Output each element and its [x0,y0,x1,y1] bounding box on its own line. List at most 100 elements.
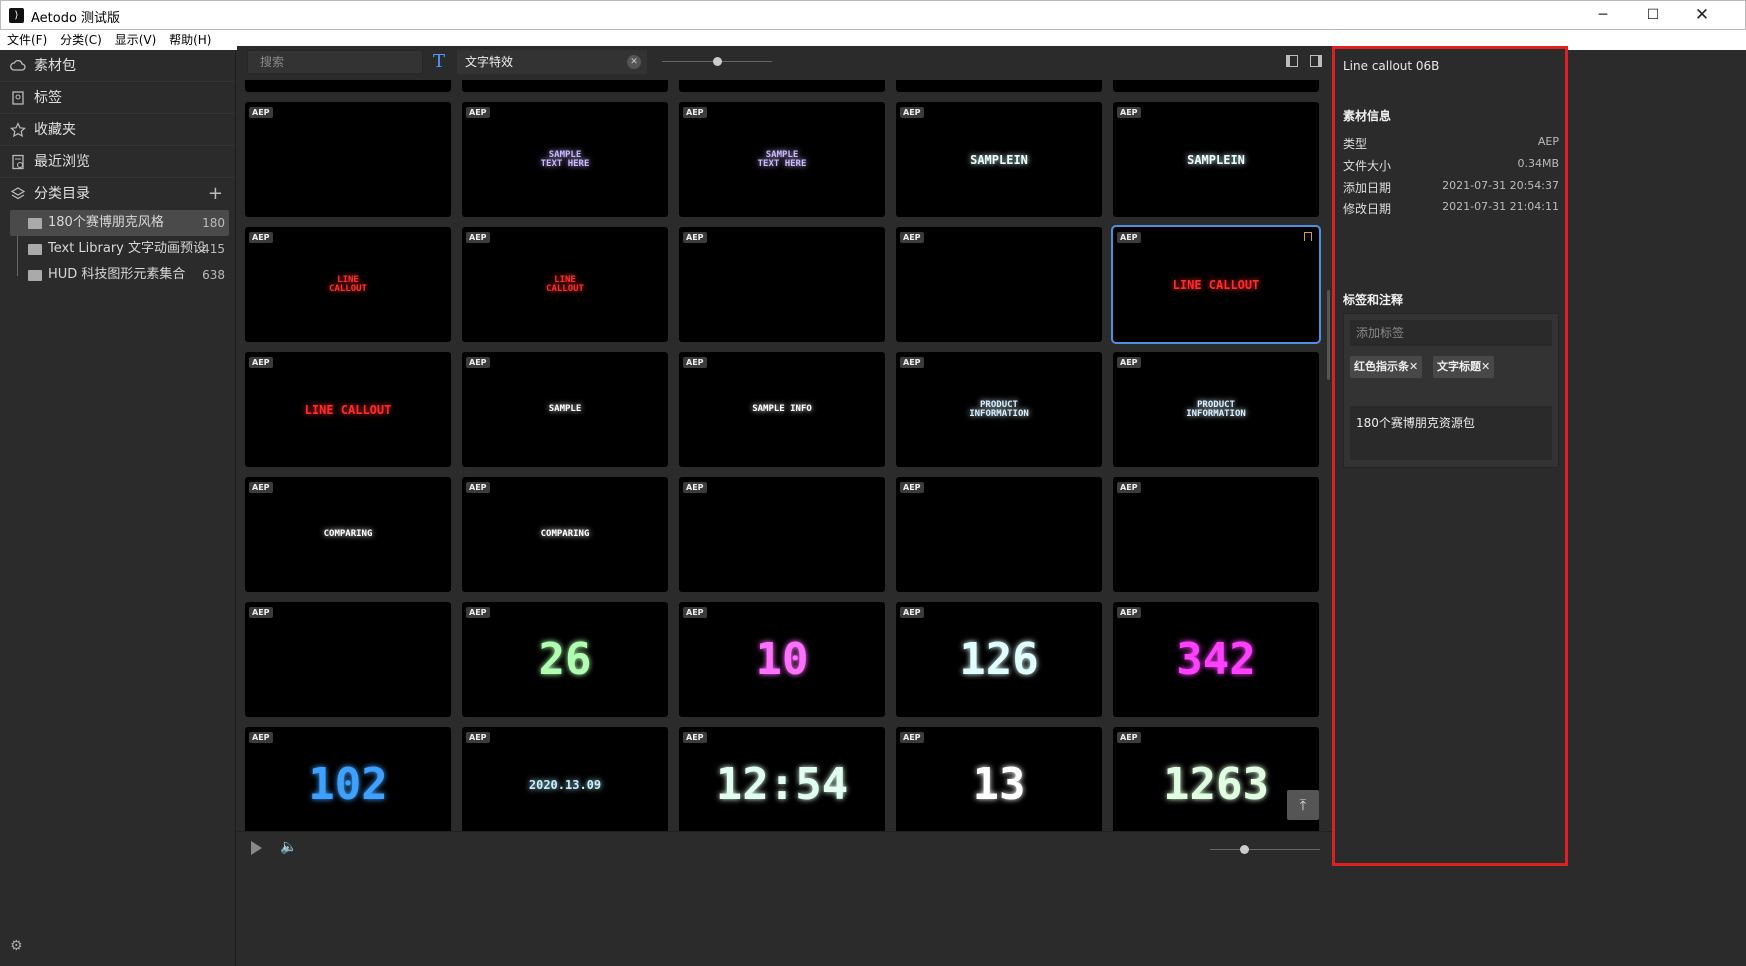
menu-category[interactable]: 分类(C) [60,30,102,50]
scrollbar[interactable] [1327,290,1330,380]
asset-card[interactable]: AEP [896,80,1102,92]
asset-card[interactable]: AEP [679,80,885,92]
asset-preview [896,477,1102,592]
asset-card[interactable]: AEP LINE CALLOUT [245,352,451,467]
toggle-right-panel-icon[interactable] [1310,55,1322,67]
close-icon[interactable]: ✕ [1679,1,1725,30]
asset-card[interactable]: AEP LINE CALLOUT [245,227,451,342]
asset-preview: 10 [755,633,809,685]
settings-gear-icon[interactable]: ⚙ [10,938,23,954]
volume-slider[interactable] [1210,845,1320,854]
remove-tag-icon[interactable]: ✕ [1481,360,1490,373]
asset-preview [679,80,885,92]
folder-item-hud[interactable]: HUD 科技图形元素集合 638 [0,262,235,288]
asset-card[interactable]: AEP [245,602,451,717]
asset-preview [245,102,451,217]
menu-help[interactable]: 帮助(H) [169,30,211,50]
asset-card[interactable]: AEP COMPARING [462,477,668,592]
asset-preview: PRODUCT INFORMATION [969,399,1029,419]
playback-bar: 🔈 [237,831,1332,866]
asset-card[interactable]: AEP LINE CALLOUT [1111,225,1321,344]
asset-card[interactable]: AEP [896,477,1102,592]
slider-knob[interactable] [713,57,722,66]
asset-card[interactable]: AEP 13 [896,727,1102,831]
asset-card[interactable]: AEP LINE CALLOUT [462,227,668,342]
text-type-icon[interactable]: T [433,51,445,72]
nav-packages[interactable]: 素材包 [0,50,235,82]
add-category-icon[interactable]: + [208,178,223,210]
format-badge: AEP [683,107,707,118]
asset-card[interactable]: AEP [896,227,1102,342]
search-input[interactable]: 搜索 [247,50,423,74]
toggle-left-panel-icon[interactable] [1286,55,1298,67]
asset-card[interactable]: AEP SAMPLE [462,352,668,467]
asset-card[interactable]: AEP SAMPLEIN [1113,102,1319,217]
format-badge: AEP [683,357,707,368]
asset-preview [679,477,885,592]
asset-preview [245,80,451,92]
scroll-to-top-icon[interactable]: ⤒ [1287,790,1319,820]
note-textarea[interactable]: 180个赛博朋克资源包 [1350,406,1552,460]
folder-count: 415 [202,242,225,256]
folder-item-text-library[interactable]: Text Library 文字动画预设 415 [0,236,235,262]
tag-chip[interactable]: 红色指示条✕ [1350,356,1423,378]
app-logo-icon: ⟩ [9,8,24,23]
menu-file[interactable]: 文件(F) [7,30,47,50]
nav-recent-label: 最近浏览 [34,154,90,170]
asset-card[interactable]: AEP 26 [462,602,668,717]
asset-preview: LINE CALLOUT [329,274,367,294]
asset-preview: 126 [959,633,1039,685]
folder-label: Text Library 文字动画预设 [48,241,207,256]
volume-icon[interactable]: 🔈 [280,839,297,855]
asset-card[interactable]: AEP SAMPLEIN [896,102,1102,217]
asset-card[interactable]: AEP 10 [679,602,885,717]
folder-item-cyberpunk[interactable]: 180个赛博朋克风格 180 [10,210,229,236]
format-badge: AEP [466,607,490,618]
tag-chip[interactable]: 文字标题✕ [1433,356,1495,378]
info-heading: 素材信息 [1343,109,1392,123]
format-badge: AEP [466,107,490,118]
format-badge: AEP [683,482,707,493]
asset-preview: LINE CALLOUT [304,402,392,417]
asset-card[interactable]: AEP 2020.13.09 [462,727,668,831]
asset-preview: COMPARING [540,529,590,539]
asset-card[interactable]: AEP [1113,80,1319,92]
clear-filter-icon[interactable]: ✕ [627,55,641,69]
asset-card[interactable]: AEP SAMPLE INFO [679,352,885,467]
asset-preview: SAMPLE [548,404,582,414]
asset-card[interactable]: AEP PRODUCT INFORMATION [896,352,1102,467]
asset-card[interactable]: AEP PRODUCT INFORMATION [1113,352,1319,467]
menu-view[interactable]: 显示(V) [115,30,157,50]
asset-card[interactable]: AEP [462,80,668,92]
folder-count: 180 [202,216,225,230]
filter-tag[interactable]: 文字特效 ✕ [457,50,647,74]
format-badge: AEP [249,732,273,743]
folder-label: HUD 科技图形元素集合 [48,267,186,282]
nav-favorites[interactable]: 收藏夹 [0,114,235,146]
nav-tags[interactable]: 标签 [0,82,235,114]
slider-knob[interactable] [1240,845,1249,854]
asset-preview: 2020.13.09 [528,777,602,792]
maximize-icon[interactable]: ☐ [1630,1,1676,30]
asset-card[interactable]: AEP 102 [245,727,451,831]
asset-card[interactable]: AEP [679,477,885,592]
play-icon[interactable] [251,841,262,855]
asset-card[interactable]: AEP COMPARING [245,477,451,592]
minimize-icon[interactable]: ─ [1580,1,1626,30]
remove-tag-icon[interactable]: ✕ [1409,360,1418,373]
nav-categories[interactable]: 分类目录 + [0,178,235,210]
asset-card[interactable]: AEP SAMPLE TEXT HERE [462,102,668,217]
thumbnail-size-slider[interactable] [662,57,772,66]
asset-card[interactable]: AEP 12:54 [679,727,885,831]
nav-tags-label: 标签 [34,90,62,106]
asset-card[interactable]: AEP 342 [1113,602,1319,717]
asset-card[interactable]: AEP SAMPLE TEXT HERE [679,102,885,217]
format-badge: AEP [466,232,490,243]
asset-card[interactable]: AEP [245,102,451,217]
nav-recent[interactable]: 最近浏览 [0,146,235,178]
asset-card[interactable]: AEP [679,227,885,342]
add-tag-input[interactable]: 添加标签 [1350,320,1552,346]
asset-card[interactable]: AEP 126 [896,602,1102,717]
asset-card[interactable]: AEP [245,80,451,92]
asset-card[interactable]: AEP [1113,477,1319,592]
